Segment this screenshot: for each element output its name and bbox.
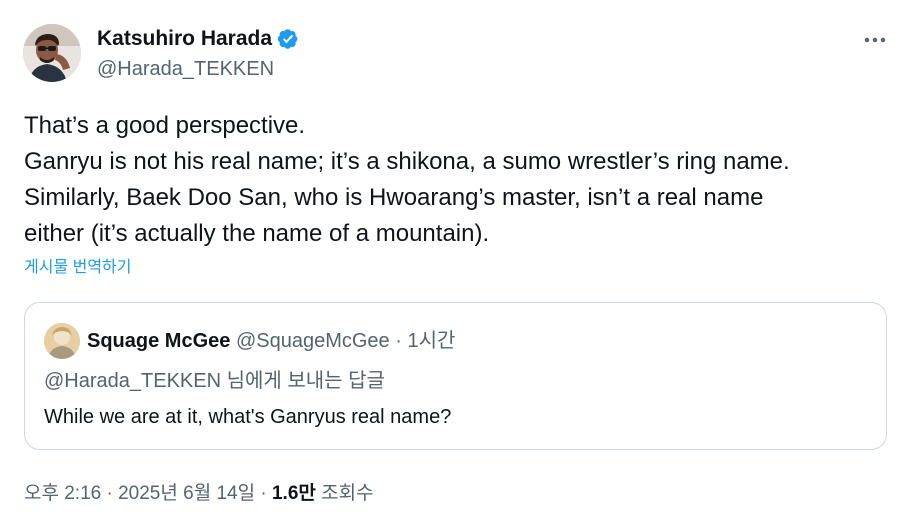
quoted-tweet-card[interactable]: Squage McGee @SquageMcGee · 1시간 @Harada_… <box>24 302 887 450</box>
quoted-tweet-text: While we are at it, what's Ganryus real … <box>44 406 452 428</box>
author-avatar[interactable] <box>23 24 81 82</box>
separator-dot: · <box>106 483 113 504</box>
quoted-tweet-header: Squage McGee @SquageMcGee · 1시간 <box>87 327 455 355</box>
views-label: 조회수 <box>321 483 374 504</box>
quoted-author-handle[interactable]: @SquageMcGee <box>236 330 390 352</box>
tweet-date[interactable]: 2025년 6월 14일 <box>118 483 255 504</box>
tweet-text: That’s a good perspective. Ganryu is not… <box>24 108 884 252</box>
author-name[interactable]: Katsuhiro Harada <box>97 25 299 53</box>
verified-badge-icon <box>277 29 298 49</box>
views-count: 1.6만 <box>271 483 316 504</box>
separator-dot: · <box>395 330 402 352</box>
tweet-text-line: That’s a good perspective. <box>24 112 306 139</box>
tweet-text-line: Ganryu is not his real name; it’s a shik… <box>24 148 790 175</box>
quoted-tweet-time[interactable]: 1시간 <box>407 330 455 352</box>
quoted-reply-to: @Harada_TEKKEN 님에게 보내는 답글 <box>44 370 385 392</box>
more-options-button[interactable] <box>858 28 892 52</box>
more-options-icon <box>864 37 886 43</box>
separator-dot: · <box>260 483 267 504</box>
tweet-time[interactable]: 오후 2:16 <box>24 483 101 504</box>
tweet-meta: 오후 2:16 · 2025년 6월 14일 · 1.6만 조회수 <box>24 480 374 508</box>
author-handle[interactable]: @Harada_TEKKEN <box>97 56 274 82</box>
translate-post-link[interactable]: 게시물 번역하기 <box>24 256 132 280</box>
author-name-text: Katsuhiro Harada <box>97 27 273 50</box>
author-avatar-image <box>23 24 81 82</box>
quoted-author-name[interactable]: Squage McGee <box>87 330 230 352</box>
quoted-author-avatar[interactable] <box>44 323 80 359</box>
tweet-text-line: either (it’s actually the name of a moun… <box>24 220 490 247</box>
quoted-author-avatar-image <box>44 323 80 359</box>
tweet-text-line: Similarly, Baek Doo San, who is Hwoarang… <box>24 184 764 211</box>
